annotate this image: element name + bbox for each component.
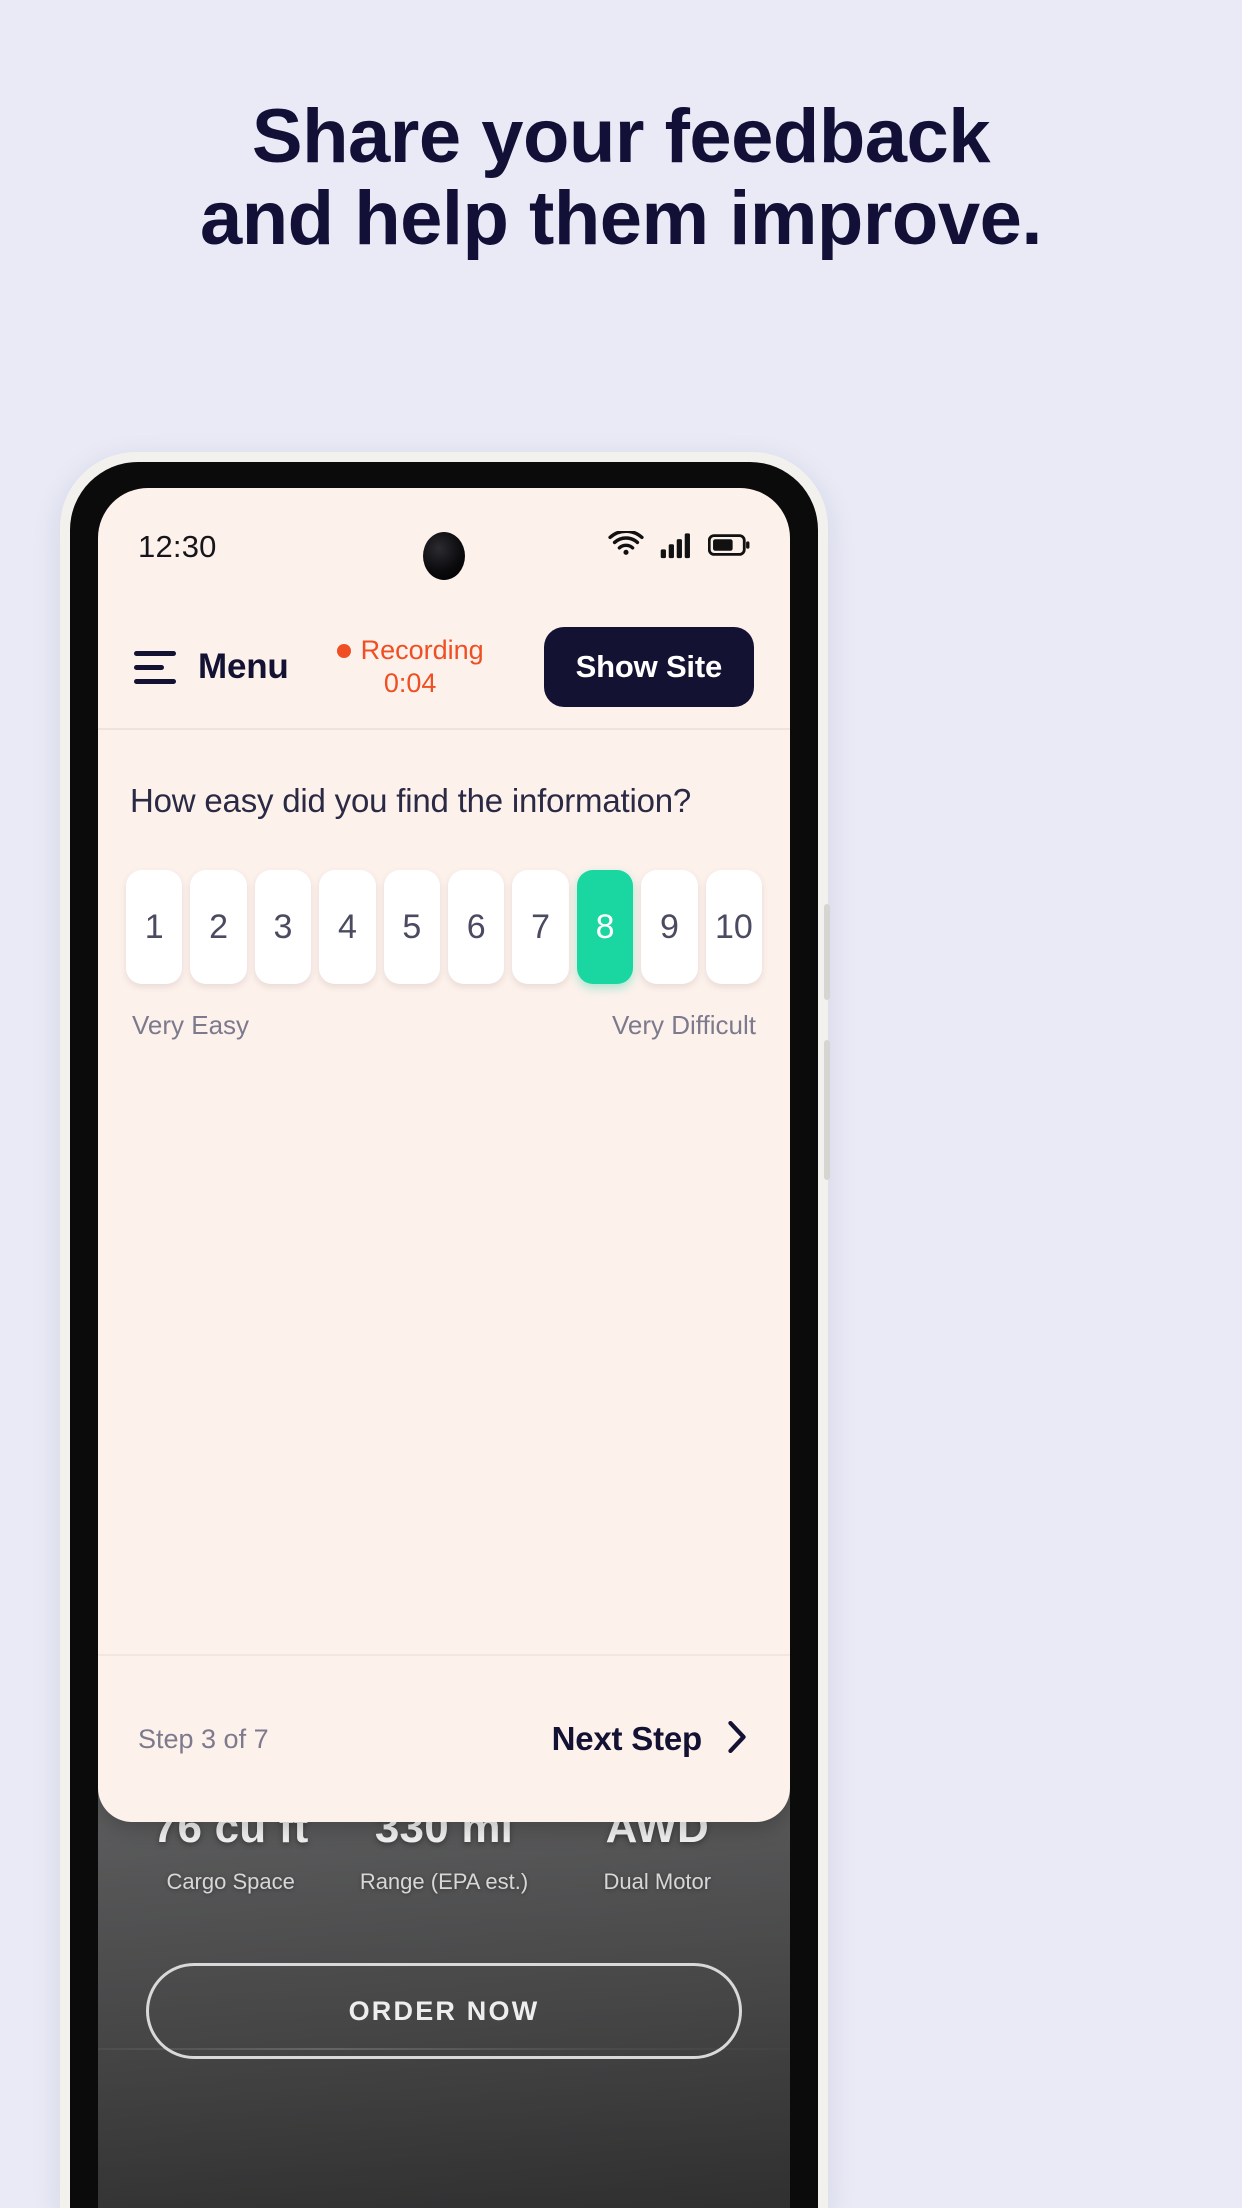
rating-option-9[interactable]: 9 (641, 870, 698, 984)
spec-label: Range (EPA est.) (359, 1869, 529, 1894)
page-title-line-2: and help them improve. (199, 176, 1043, 262)
phone-power-button[interactable] (824, 1040, 830, 1180)
phone-screen: 76 cu ft Cargo Space 330 mi Range (EPA e… (98, 488, 790, 2208)
rating-scale: 1 2 3 4 5 6 7 8 9 10 (126, 870, 763, 984)
survey-body: How easy did you find the information? 1… (98, 730, 790, 1520)
rating-option-6[interactable]: 6 (448, 870, 505, 984)
rating-option-1[interactable]: 1 (126, 870, 183, 984)
wifi-icon (608, 529, 644, 564)
phone-mockup: 76 cu ft Cargo Space 330 mi Range (EPA e… (60, 452, 830, 2208)
recording-label: Recording (360, 635, 484, 666)
step-indicator: Step 3 of 7 (138, 1723, 269, 1754)
rating-option-2[interactable]: 2 (190, 870, 247, 984)
rating-option-7[interactable]: 7 (512, 870, 569, 984)
next-step-button[interactable]: Next Step (552, 1719, 750, 1760)
phone-frame: 76 cu ft Cargo Space 330 mi Range (EPA e… (70, 462, 818, 2208)
rating-label-low: Very Easy (132, 1010, 250, 1040)
rating-label-high: Very Difficult (611, 1010, 756, 1040)
next-step-label: Next Step (551, 1720, 703, 1757)
status-bar: 12:30 (98, 488, 790, 606)
front-camera-punchhole-icon (423, 532, 465, 580)
rating-option-4[interactable]: 4 (319, 870, 376, 984)
rating-option-10[interactable]: 10 (705, 870, 763, 984)
show-site-button[interactable]: Show Site (543, 627, 754, 707)
status-icons (608, 529, 750, 564)
menu-label: Menu (198, 647, 289, 686)
rating-scale-labels: Very Easy Very Difficult (126, 1010, 762, 1041)
survey-card: 12:30 Menu Recording 0:04 Show Site How … (98, 488, 790, 1822)
page-title-line-1: Share your feedback (251, 94, 991, 179)
status-clock: 12:30 (138, 529, 217, 564)
page-title: Share your feedback and help them improv… (0, 94, 1242, 262)
phone-volume-up-button[interactable] (824, 904, 830, 1000)
cellular-signal-icon (660, 531, 692, 564)
hamburger-menu-icon[interactable] (134, 650, 176, 684)
rating-option-3[interactable]: 3 (254, 870, 312, 984)
order-now-button[interactable]: ORDER NOW (146, 1963, 742, 2059)
battery-icon (707, 532, 750, 563)
spec-label: Cargo Space (166, 1869, 295, 1894)
recording-status: Recording 0:04 (336, 634, 484, 700)
app-header: Menu Recording 0:04 Show Site (98, 606, 790, 730)
rating-option-8[interactable]: 8 (576, 870, 634, 984)
chevron-right-icon (724, 1719, 750, 1760)
rating-option-5[interactable]: 5 (383, 870, 441, 984)
spec-label: Dual Motor (603, 1869, 712, 1894)
menu-button[interactable]: Menu (134, 647, 289, 687)
survey-question: How easy did you find the information? (130, 782, 692, 819)
recording-dot-icon (336, 643, 351, 658)
survey-footer: Step 3 of 7 Next Step (98, 1654, 790, 1822)
recording-time: 0:04 (383, 668, 437, 698)
